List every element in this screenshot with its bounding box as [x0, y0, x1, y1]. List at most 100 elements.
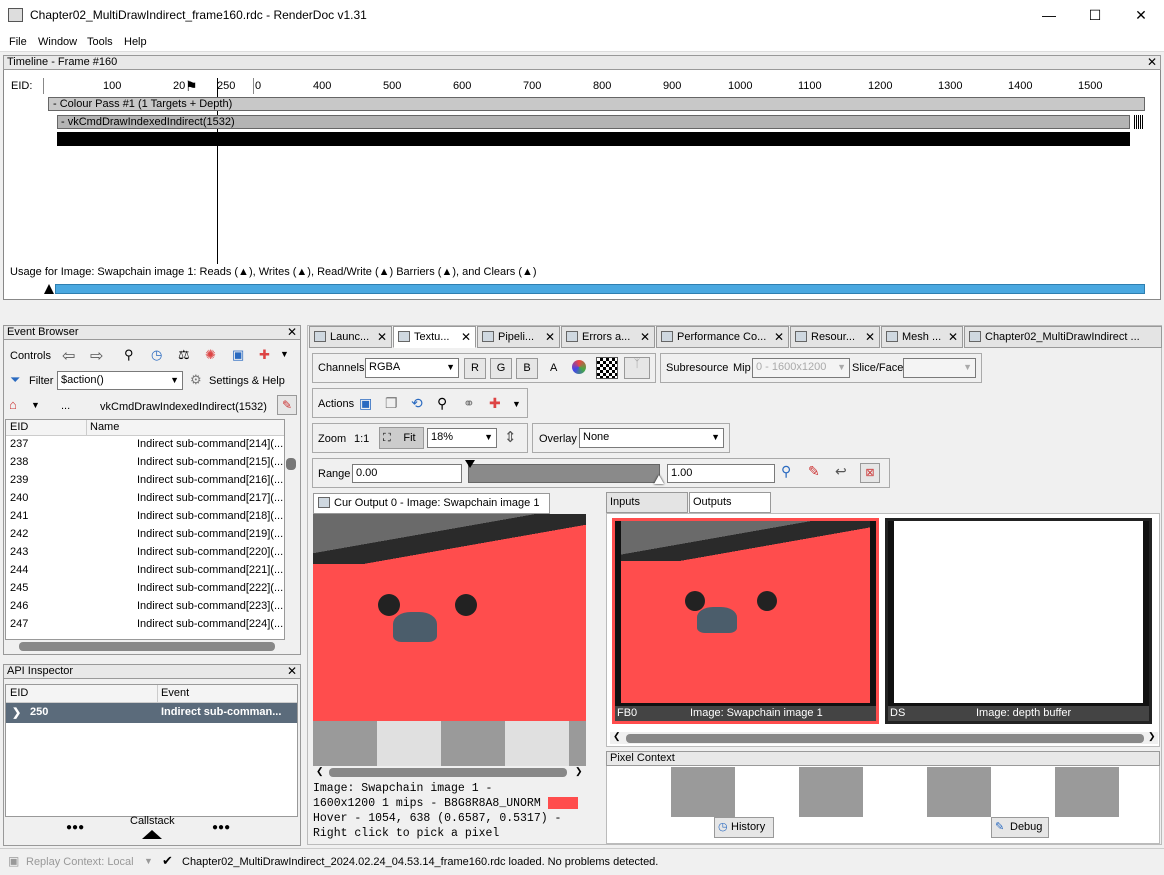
preview-scrollbar[interactable]: ❮ ❯ — [313, 766, 586, 779]
alpha-channel-toggle[interactable]: A — [550, 362, 557, 374]
close-icon[interactable]: ✕ — [461, 327, 471, 347]
outputs-scrollbar[interactable]: ❮ ❯ — [610, 731, 1158, 744]
auto-fit-icon[interactable]: ✎ — [808, 463, 820, 480]
table-row[interactable]: 246 Indirect sub-command[223](... — [6, 598, 284, 616]
chevron-right-icon[interactable]: ❯ — [12, 706, 21, 719]
maximize-button[interactable]: ☐ — [1072, 0, 1118, 31]
flip-vertical-icon[interactable]: ⇕ — [504, 428, 517, 446]
close-icon[interactable]: ✕ — [948, 327, 958, 347]
api-event-list[interactable]: EID Event ❯ 250 Indirect sub-comman... — [5, 684, 298, 817]
close-icon[interactable]: ✕ — [377, 327, 387, 347]
blue-channel-toggle[interactable]: B — [516, 358, 538, 379]
home-icon[interactable]: ⌂ — [9, 397, 17, 412]
reset-range-icon[interactable]: ↩ — [835, 463, 847, 480]
chevron-down-icon[interactable]: ▼ — [446, 361, 455, 374]
chevron-down-icon[interactable]: ▼ — [170, 374, 179, 387]
close-icon[interactable]: ✕ — [865, 327, 875, 347]
chevron-down-icon[interactable]: ▼ — [837, 361, 846, 374]
chevron-down-icon[interactable]: ▼ — [144, 856, 153, 866]
column-header-event[interactable]: Event — [161, 687, 189, 699]
settings-icon[interactable]: ✚ — [489, 395, 501, 412]
depth-thumbnail[interactable]: DS Image: depth buffer — [885, 518, 1152, 724]
colour-pass-bar[interactable]: - Colour Pass #1 (1 Targets + Depth) — [48, 97, 1145, 111]
gamma-icon[interactable]: ᛉ — [624, 357, 650, 379]
api-selected-row[interactable]: ❯ 250 Indirect sub-comman... — [6, 703, 297, 723]
tab-errors[interactable]: Errors a... ✕ — [561, 326, 655, 348]
menu-tools[interactable]: Tools — [87, 36, 113, 48]
event-list[interactable]: EID Name 237 Indirect sub-command[214](..… — [5, 419, 285, 640]
forward-arrow-icon[interactable]: ⇨ — [90, 346, 103, 366]
minimize-button[interactable]: — — [1026, 0, 1072, 31]
table-row[interactable]: 244 Indirect sub-command[221](... — [6, 562, 284, 580]
close-icon[interactable]: ✕ — [1147, 56, 1157, 69]
tab-pipeline[interactable]: Pipeli... ✕ — [477, 326, 560, 348]
breadcrumb-ellipsis[interactable]: ... — [61, 400, 70, 412]
chevron-down-icon[interactable]: ▼ — [280, 349, 289, 359]
timeline-ruler[interactable]: EID: 100 20 ⚑ 250 0 400 500 600 700 800 … — [3, 78, 1158, 96]
table-row[interactable]: 240 Indirect sub-command[217](... — [6, 490, 284, 508]
export-icon[interactable]: ✚ — [259, 347, 270, 363]
chevron-left-icon[interactable]: ❮ — [613, 731, 621, 742]
red-channel-toggle[interactable]: R — [464, 358, 486, 379]
find-icon[interactable]: ⚲ — [437, 395, 447, 412]
menu-help[interactable]: Help — [124, 36, 147, 48]
link-icon[interactable]: ⚭ — [463, 395, 475, 412]
tab-outputs[interactable]: Outputs — [689, 492, 771, 513]
range-max-handle[interactable] — [654, 475, 664, 484]
menu-window[interactable]: Window — [38, 36, 77, 48]
zoom-range-icon[interactable]: ⚲ — [781, 463, 791, 480]
column-header-eid[interactable]: EID — [10, 687, 28, 699]
history-button[interactable]: ◷ History — [714, 817, 774, 838]
more-left-button[interactable]: ●●● — [66, 822, 84, 833]
chevron-down-icon[interactable]: ▼ — [512, 399, 521, 409]
gear-icon[interactable]: ⚙ — [190, 372, 202, 388]
table-row[interactable]: 239 Indirect sub-command[216](... — [6, 472, 284, 490]
fb0-thumbnail[interactable]: FB0 Image: Swapchain image 1 — [612, 518, 879, 724]
event-list-scrollbar[interactable] — [285, 436, 297, 640]
chevron-up-icon[interactable] — [142, 830, 162, 839]
pixel-context-view[interactable] — [607, 767, 1159, 817]
chevron-down-icon[interactable]: ▼ — [31, 400, 40, 410]
range-max-input[interactable]: 1.00 — [667, 464, 775, 483]
replay-context[interactable]: Replay Context: Local — [26, 856, 134, 868]
more-right-button[interactable]: ●●● — [212, 822, 230, 833]
tab-launch[interactable]: Launc... ✕ — [309, 326, 392, 348]
draw-call-bar[interactable]: - vkCmdDrawIndexedIndirect(1532) — [57, 115, 1130, 129]
save-icon[interactable]: ▣ — [359, 395, 372, 412]
breadcrumb-current[interactable]: vkCmdDrawIndexedIndirect(1532) — [100, 401, 267, 413]
chevron-right-icon[interactable]: ❯ — [1148, 731, 1156, 742]
column-header-eid[interactable]: EID — [10, 421, 28, 433]
bookmark-icon[interactable]: ✺ — [205, 347, 216, 363]
chevron-left-icon[interactable]: ❮ — [316, 766, 324, 777]
tab-inputs[interactable]: Inputs — [606, 492, 688, 513]
close-button[interactable]: ✕ — [1118, 0, 1164, 31]
back-arrow-icon[interactable]: ⇦ — [62, 346, 75, 366]
callstack-label[interactable]: Callstack — [130, 815, 175, 827]
tab-texture-viewer[interactable]: Textu... ✕ — [393, 326, 476, 348]
settings-help-button[interactable]: Settings & Help — [209, 375, 285, 387]
table-row[interactable]: 238 Indirect sub-command[215](... — [6, 454, 284, 472]
scrollbar-thumb[interactable] — [626, 734, 1144, 743]
debug-button[interactable]: ✎ Debug — [991, 817, 1049, 838]
horizontal-scrollbar[interactable] — [5, 640, 297, 653]
close-icon[interactable]: ✕ — [287, 665, 297, 678]
scrollbar-thumb[interactable] — [286, 458, 296, 470]
edit-bookmark-icon[interactable]: ✎ — [277, 395, 297, 415]
texture-preview[interactable] — [313, 514, 586, 766]
tab-mesh[interactable]: Mesh ... ✕ — [881, 326, 963, 348]
color-picker-icon[interactable] — [572, 360, 586, 374]
menu-file[interactable]: File — [9, 36, 27, 48]
close-icon[interactable]: ✕ — [640, 327, 650, 347]
goto-icon[interactable]: ⟲ — [411, 395, 423, 412]
tab-cur-output[interactable]: Cur Output 0 - Image: Swapchain image 1 — [313, 493, 550, 514]
save-icon[interactable]: ▣ — [232, 347, 244, 363]
chevron-down-icon[interactable]: ▼ — [484, 431, 493, 444]
slice-select[interactable]: ▼ — [903, 358, 976, 378]
histogram-icon[interactable]: ⊠ — [860, 463, 880, 483]
zoom-1to1-button[interactable]: 1:1 — [354, 433, 369, 445]
tab-performance[interactable]: Performance Co... ✕ — [656, 326, 789, 348]
table-row[interactable]: 243 Indirect sub-command[220](... — [6, 544, 284, 562]
chevron-right-icon[interactable]: ❯ — [575, 766, 583, 777]
scrollbar-thumb[interactable] — [19, 642, 275, 651]
close-icon[interactable]: ✕ — [287, 326, 297, 339]
